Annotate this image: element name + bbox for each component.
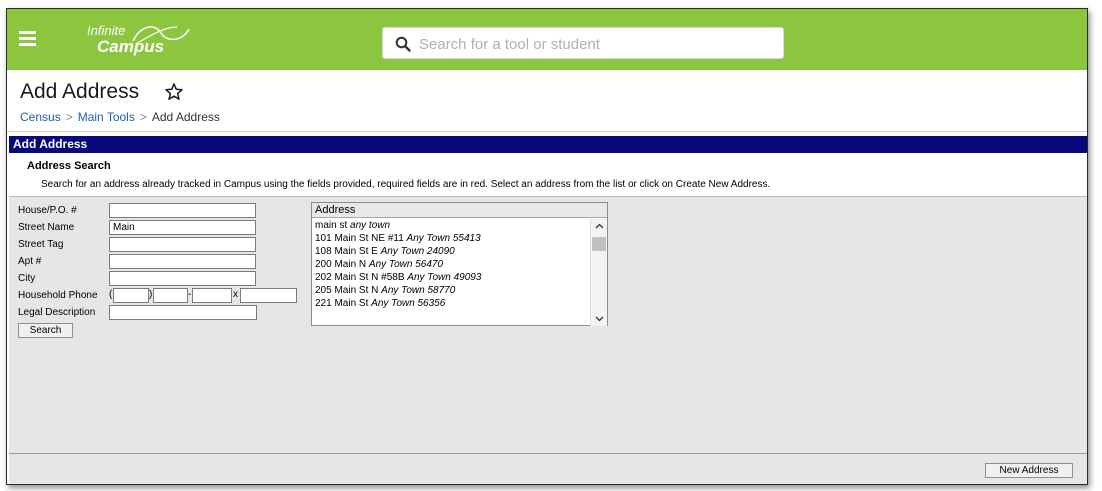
address-results-list: Address main st any town 101 Main St NE #…: [311, 202, 608, 326]
section-title-bar: Add Address: [9, 136, 1087, 153]
address-list: main st any town 101 Main St NE #11 Any T…: [312, 219, 589, 310]
search-icon: [395, 36, 411, 52]
phone-extension-field[interactable]: [240, 288, 297, 303]
page-header: Add Address Census > Main Tools > Add Addres…: [7, 70, 1087, 132]
apt-label: Apt #: [18, 256, 42, 267]
address-street: 202 Main St N #58B: [315, 272, 405, 283]
chevron-down-icon[interactable]: [595, 314, 604, 323]
street-tag-label: Street Tag: [18, 239, 64, 250]
address-town: Any Town 56470: [368, 259, 444, 270]
breadcrumb-separator: >: [139, 110, 147, 124]
address-street: 205 Main St N: [315, 285, 379, 296]
phone-paren-close: ): [149, 289, 153, 300]
breadcrumb-separator: >: [65, 110, 73, 124]
address-town: any town: [350, 220, 391, 231]
top-bar: Infinite Campus: [7, 9, 1087, 70]
address-town: Any Town 58770: [381, 285, 456, 296]
street-name-label: Street Name: [18, 222, 75, 233]
address-result-item[interactable]: 200 Main N Any Town 56470: [312, 258, 589, 271]
city-field[interactable]: [109, 271, 256, 286]
address-result-item[interactable]: 221 Main St Any Town 56356: [312, 297, 589, 310]
address-result-item[interactable]: 108 Main St E Any Town 24090: [312, 245, 589, 258]
breadcrumb: Census > Main Tools > Add Address: [20, 110, 220, 124]
address-result-item[interactable]: 202 Main St N #58B Any Town 49093: [312, 271, 589, 284]
phone-paren-open: (: [109, 289, 113, 300]
address-result-item[interactable]: main st any town: [312, 219, 589, 232]
scrollbar-thumb[interactable]: [592, 237, 606, 251]
instructions-text: Search for an address already tracked in…: [41, 179, 771, 190]
legal-description-field[interactable]: [109, 305, 257, 320]
phone-dash: -: [188, 289, 192, 300]
phone-label: Household Phone: [18, 290, 98, 301]
phone-ext-x: x: [233, 289, 238, 300]
address-result-item[interactable]: 205 Main St N Any Town 58770: [312, 284, 589, 297]
address-column-header: Address: [312, 203, 607, 218]
hamburger-menu-icon[interactable]: [19, 31, 36, 46]
apt-field[interactable]: [109, 254, 256, 269]
breadcrumb-main-tools[interactable]: Main Tools: [78, 110, 135, 124]
address-town: Any Town 56356: [371, 298, 446, 309]
global-search-input[interactable]: [419, 34, 769, 54]
house-label: House/P.O. #: [18, 205, 77, 216]
address-street: main st: [315, 220, 348, 231]
address-result-item[interactable]: 101 Main St NE #11 Any Town 55413: [312, 232, 589, 245]
new-address-button[interactable]: New Address: [985, 463, 1073, 478]
address-town: Any Town 24090: [380, 246, 455, 257]
phone-prefix-field[interactable]: [153, 288, 188, 303]
logo-text-line1: Infinite: [87, 23, 126, 38]
logo-swoosh-icon: [132, 26, 190, 44]
address-street: 101 Main St NE #11: [315, 233, 404, 244]
address-street: 221 Main St: [315, 298, 369, 309]
house-field[interactable]: [109, 203, 256, 218]
address-street: 200 Main N: [315, 259, 367, 270]
legal-description-label: Legal Description: [18, 307, 96, 318]
app-window: Infinite Campus Add Address Census > Main …: [6, 8, 1088, 485]
address-town: Any Town 49093: [407, 272, 482, 283]
results-scrollbar[interactable]: [590, 219, 607, 326]
global-search[interactable]: [382, 27, 784, 59]
address-search-heading: Address Search: [27, 160, 111, 172]
infinite-campus-logo[interactable]: Infinite Campus: [87, 23, 197, 59]
phone-group: ( ) - x: [109, 288, 309, 303]
street-tag-field[interactable]: [109, 237, 256, 252]
footer-bar: New Address: [9, 453, 1087, 484]
phone-line-field[interactable]: [192, 288, 232, 303]
city-label: City: [18, 273, 36, 284]
chevron-up-icon[interactable]: [595, 222, 604, 231]
breadcrumb-census[interactable]: Census: [20, 110, 61, 124]
search-button[interactable]: Search: [18, 323, 73, 338]
phone-area-code-field[interactable]: [113, 288, 149, 303]
address-street: 108 Main St E: [315, 246, 378, 257]
address-search-form: House/P.O. # Street Name Street Tag Apt …: [9, 196, 1087, 453]
street-name-field[interactable]: [109, 220, 256, 235]
page-title: Add Address: [20, 80, 140, 103]
star-outline-icon[interactable]: [164, 82, 184, 102]
address-town: Any Town 55413: [406, 233, 481, 244]
breadcrumb-current: Add Address: [151, 110, 220, 124]
